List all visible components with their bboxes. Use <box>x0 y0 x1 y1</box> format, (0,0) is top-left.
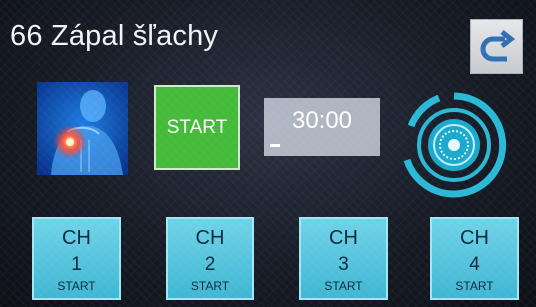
device-screen: 66 Zápal šľachy START 30:00 CH 1 START C… <box>0 0 536 307</box>
intensity-dial[interactable] <box>399 90 509 200</box>
intensity-dial-icon <box>403 92 507 198</box>
shoulder-pain-illustration <box>37 82 128 175</box>
channel-label: CH <box>329 227 358 249</box>
channel-4-button[interactable]: CH 4 START <box>430 217 519 300</box>
timer-value: 30:00 <box>291 107 353 134</box>
channel-number: 2 <box>204 254 216 275</box>
channel-2-button[interactable]: CH 2 START <box>166 217 254 300</box>
timer-display[interactable]: 30:00 <box>264 98 380 156</box>
start-button[interactable]: START <box>154 85 240 170</box>
timer-cursor <box>270 144 280 147</box>
channel-3-button[interactable]: CH 3 START <box>299 217 388 300</box>
channel-action: START <box>455 279 494 293</box>
channel-number: 4 <box>469 254 480 275</box>
channel-label: CH <box>62 227 91 249</box>
channel-action: START <box>190 279 230 293</box>
channel-action: START <box>324 279 363 293</box>
back-button[interactable] <box>470 19 523 74</box>
return-arrow-icon <box>480 29 515 61</box>
channel-label: CH <box>460 227 489 249</box>
therapy-image <box>37 82 128 175</box>
channel-1-button[interactable]: CH 1 START <box>32 217 121 300</box>
channel-label: CH <box>195 227 225 249</box>
channel-number: 3 <box>338 254 349 275</box>
channel-number: 1 <box>71 254 82 275</box>
channel-action: START <box>57 279 96 293</box>
page-title: 66 Zápal šľachy <box>10 20 219 52</box>
